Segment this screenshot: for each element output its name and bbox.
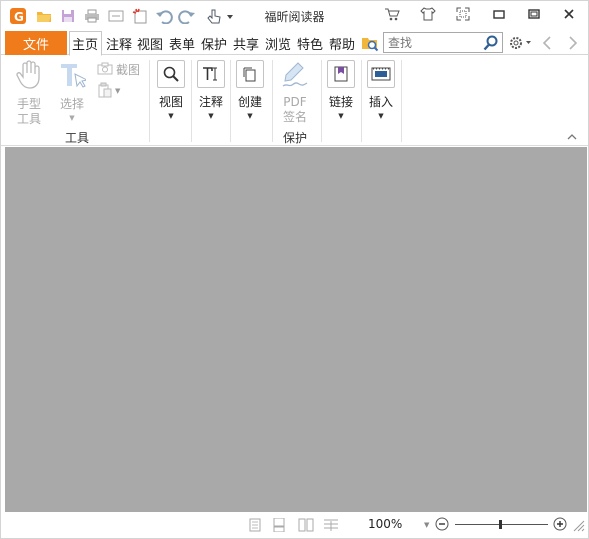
ribbon-separator bbox=[272, 60, 273, 142]
link-button[interactable]: 链接 ▼ bbox=[326, 60, 356, 120]
print-icon[interactable] bbox=[83, 7, 101, 25]
clipboard-button[interactable]: ▼ bbox=[97, 82, 120, 101]
ribbon-separator bbox=[230, 60, 231, 142]
film-strip-icon bbox=[367, 60, 395, 88]
file-tab[interactable]: 文件 bbox=[5, 31, 67, 55]
protect-group-label: 保护 bbox=[282, 131, 307, 145]
pdf-sign-button[interactable]: PDF 签名 bbox=[279, 60, 311, 125]
annotate-label: 注释 bbox=[198, 95, 223, 109]
document-area[interactable] bbox=[5, 147, 587, 512]
redo-icon[interactable] bbox=[178, 7, 196, 25]
svg-text:G: G bbox=[14, 10, 24, 24]
zoom-slider-handle[interactable] bbox=[499, 520, 502, 529]
select-dropdown-icon[interactable]: ▼ bbox=[69, 114, 74, 122]
app-logo-icon[interactable]: G bbox=[9, 7, 27, 25]
collapse-ribbon-icon[interactable] bbox=[567, 130, 579, 140]
tab-share[interactable]: 共享 bbox=[233, 31, 259, 55]
search-box bbox=[383, 32, 503, 53]
link-dropdown-icon[interactable]: ▼ bbox=[338, 112, 343, 120]
search-input[interactable] bbox=[384, 33, 482, 52]
text-cursor-icon bbox=[197, 60, 225, 88]
ribbon-separator bbox=[321, 60, 322, 142]
screenshot-label: 截图 bbox=[116, 62, 141, 77]
annotate-button[interactable]: 注释 ▼ bbox=[196, 60, 226, 120]
insert-dropdown-icon[interactable]: ▼ bbox=[378, 112, 383, 120]
close-button[interactable] bbox=[559, 5, 579, 23]
pdf-sign-label: PDF 签名 bbox=[282, 95, 307, 124]
zoom-dropdown-icon[interactable]: ▼ bbox=[424, 521, 429, 529]
select-tool-label: 选择 bbox=[59, 97, 84, 111]
fullscreen-icon[interactable] bbox=[453, 5, 473, 23]
ribbon-separator bbox=[149, 60, 150, 142]
hand-tool-label: 手型 工具 bbox=[16, 97, 41, 126]
tools-group-label: 工具 bbox=[64, 131, 89, 145]
nav-forward-icon[interactable] bbox=[568, 36, 580, 50]
view-dropdown-icon[interactable]: ▼ bbox=[168, 112, 173, 120]
facing-pages-icon[interactable] bbox=[298, 518, 314, 532]
search-icon[interactable] bbox=[483, 35, 499, 54]
ribbon-separator bbox=[361, 60, 362, 142]
undo-icon[interactable] bbox=[155, 7, 173, 25]
zoom-out-icon[interactable] bbox=[435, 517, 449, 531]
open-folder-icon[interactable] bbox=[35, 7, 53, 25]
bookmark-page-icon bbox=[327, 60, 355, 88]
app-window: G 福昕阅读器 文件 主页 注释 视图 表单 保护 共享 浏览 特色 帮助 查找… bbox=[0, 0, 589, 539]
insert-button[interactable]: 插入 ▼ bbox=[366, 60, 396, 120]
zoom-value[interactable]: 100% bbox=[368, 517, 402, 531]
hand-tool-button[interactable]: 手型 工具 bbox=[13, 60, 45, 127]
nav-back-icon[interactable] bbox=[542, 36, 554, 50]
insert-label: 插入 bbox=[368, 95, 393, 109]
restore-button[interactable] bbox=[524, 5, 544, 23]
ribbon-separator bbox=[191, 60, 192, 142]
new-document-icon[interactable] bbox=[131, 7, 149, 25]
cart-icon[interactable] bbox=[382, 5, 402, 23]
magnifier-icon bbox=[157, 60, 185, 88]
screenshot-button[interactable]: 截图 bbox=[97, 61, 140, 77]
view-button[interactable]: 视图 ▼ bbox=[156, 60, 186, 120]
scan-icon[interactable] bbox=[107, 7, 125, 25]
continuous-page-icon[interactable] bbox=[273, 517, 287, 533]
tab-view[interactable]: 视图 bbox=[137, 31, 163, 55]
customize-dropdown-icon[interactable] bbox=[225, 7, 235, 25]
clipboard-dropdown-icon[interactable]: ▼ bbox=[115, 87, 120, 95]
minimize-button[interactable] bbox=[489, 5, 509, 23]
title-bar: G 福昕阅读器 bbox=[1, 1, 588, 31]
tab-features[interactable]: 特色 bbox=[297, 31, 323, 55]
save-icon[interactable] bbox=[59, 7, 77, 25]
tab-comment[interactable]: 注释 bbox=[106, 31, 132, 55]
settings-gear-icon[interactable] bbox=[508, 35, 532, 51]
tab-protect[interactable]: 保护 bbox=[201, 31, 227, 55]
link-label: 链接 bbox=[328, 95, 353, 109]
create-button[interactable]: 创建 ▼ bbox=[235, 60, 265, 120]
tab-form[interactable]: 表单 bbox=[169, 31, 195, 55]
clipboard-icon bbox=[97, 82, 113, 101]
new-page-icon bbox=[236, 60, 264, 88]
resize-grip-icon[interactable] bbox=[573, 520, 587, 534]
menu-bar: 文件 主页 注释 视图 表单 保护 共享 浏览 特色 帮助 bbox=[1, 31, 588, 56]
zoom-in-icon[interactable] bbox=[553, 517, 567, 531]
tab-home[interactable]: 主页 bbox=[69, 31, 102, 56]
camera-icon bbox=[97, 61, 113, 78]
status-bar: 100% ▼ bbox=[1, 512, 588, 538]
annotate-dropdown-icon[interactable]: ▼ bbox=[208, 112, 213, 120]
skin-shirt-icon[interactable] bbox=[418, 5, 438, 23]
find-folder-icon[interactable] bbox=[361, 34, 379, 52]
single-page-icon[interactable] bbox=[249, 518, 263, 532]
create-dropdown-icon[interactable]: ▼ bbox=[247, 112, 252, 120]
select-text-icon bbox=[58, 60, 89, 93]
hand-pointer-icon[interactable] bbox=[205, 7, 223, 25]
tab-help[interactable]: 帮助 bbox=[329, 31, 355, 55]
tab-browse[interactable]: 浏览 bbox=[265, 31, 291, 55]
view-label: 视图 bbox=[158, 95, 183, 109]
ribbon-separator bbox=[401, 60, 402, 142]
continuous-facing-icon[interactable] bbox=[323, 518, 338, 532]
hand-icon bbox=[15, 60, 43, 93]
ribbon-home: 手型 工具 选择 ▼ 截图 ▼ 工具 视图 ▼ 注释 ▼ 创建 ▼ PDF 签名… bbox=[1, 56, 588, 146]
signature-pen-icon bbox=[280, 60, 310, 93]
create-label: 创建 bbox=[237, 95, 262, 109]
select-tool-button[interactable]: 选择 ▼ bbox=[57, 60, 89, 122]
